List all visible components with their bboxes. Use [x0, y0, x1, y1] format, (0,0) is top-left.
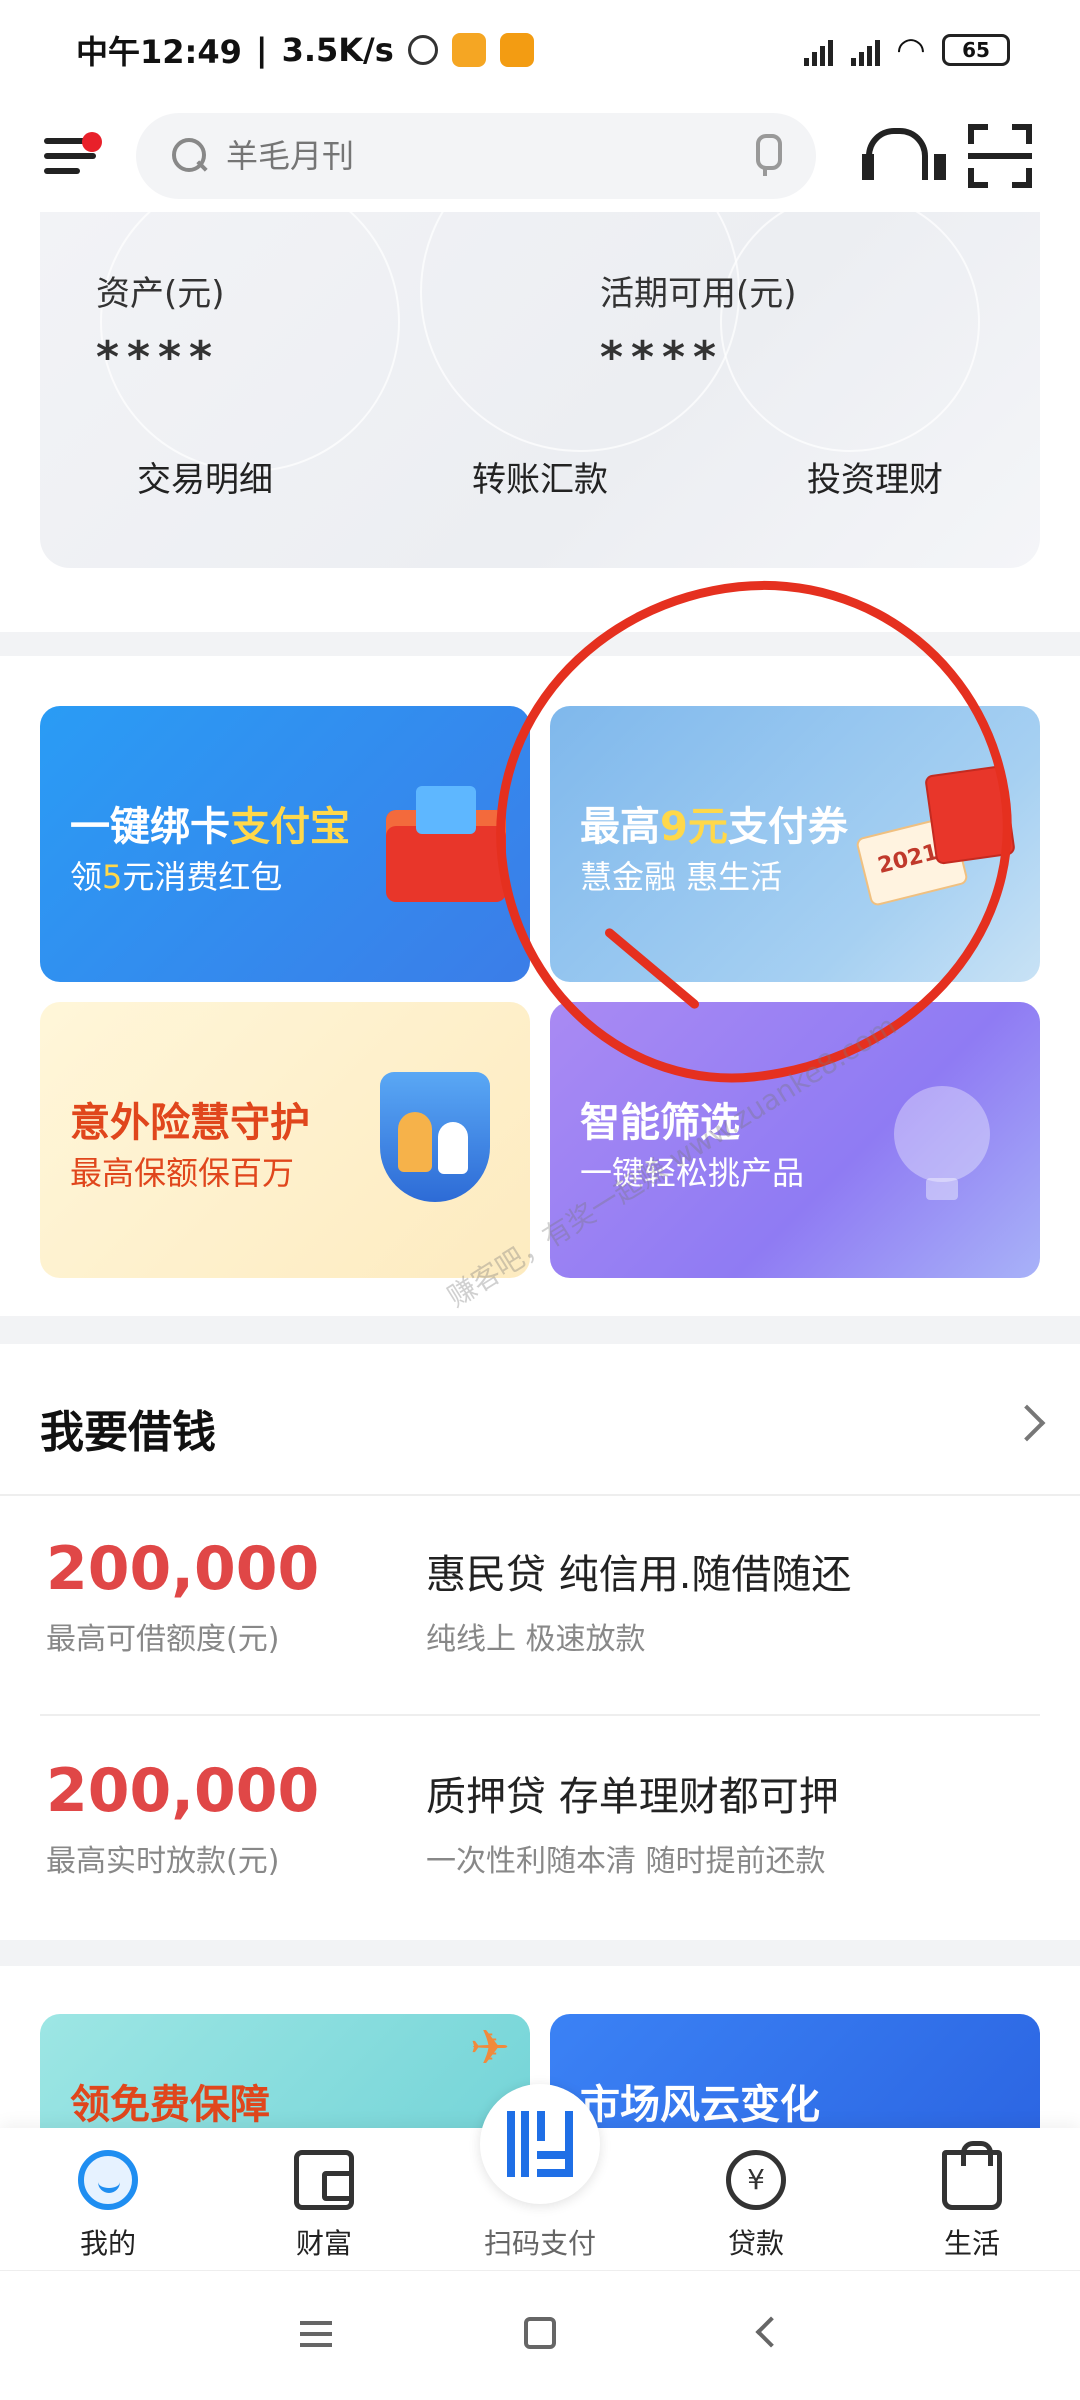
signal-2-icon [850, 34, 880, 66]
loan-section: 我要借钱 200,000 最高可借额度(元) 惠民贷 纯信用.随借随还 纯线上 … [0, 1344, 1080, 1940]
loan-amount: 200,000 [46, 1534, 320, 1604]
promo-market[interactable]: 市场风云变化 [550, 2014, 1040, 2128]
promo-grid: 一键绑卡支付宝 领5元消费红包 最高9元支付券 慧金融 惠生活 2021 意外险… [0, 656, 1080, 1316]
status-speed: 3.5K/s [281, 31, 394, 69]
asset-section: 资产(元) **** 活期可用(元) **** 交易明细 转账汇款 投资理财 [0, 212, 1080, 632]
notification-app-icon [451, 33, 486, 67]
wallet-icon [294, 2150, 354, 2210]
loan-amount: 200,000 [46, 1756, 320, 1826]
promo-free-insurance-title: 领免费保障 [70, 2082, 270, 2128]
top-header [0, 100, 1080, 212]
loan-amount-label: 最高可借额度(元) [46, 1622, 280, 1657]
loan-section-title: 我要借钱 [40, 1407, 216, 1458]
current-available-label: 活期可用(元) [600, 274, 797, 314]
wifi-icon: ◠ [897, 30, 924, 70]
signal-1-icon [803, 34, 833, 66]
loan-product-sub: 一次性利随本清 随时提前还款 [426, 1844, 826, 1879]
promo-bind-alipay-title: 一键绑卡支付宝 [70, 804, 350, 850]
search-icon [172, 138, 208, 174]
promo-insurance-title: 意外险慧守护 [70, 1100, 310, 1146]
back-icon[interactable] [755, 2316, 787, 2348]
transfer-button[interactable]: 转账汇款 [375, 452, 705, 501]
promo-bind-alipay-sub: 领5元消费红包 [70, 858, 283, 896]
lightbulb-icon [894, 1086, 990, 1200]
notification-dot [82, 132, 102, 152]
transaction-details-button[interactable]: 交易明细 [40, 452, 370, 501]
investment-button[interactable]: 投资理财 [710, 452, 1040, 501]
recent-apps-icon[interactable] [300, 2321, 332, 2347]
promo-coupon-sub: 慧金融 惠生活 [580, 858, 783, 896]
tab-wealth[interactable]: 财富 [216, 2128, 432, 2270]
promo-insurance-sub: 最高保额保百万 [70, 1154, 295, 1192]
loan-product-sub: 纯线上 极速放款 [426, 1622, 646, 1657]
promo-filter-sub: 一键轻松挑产品 [580, 1154, 805, 1192]
tab-label: 贷款 [727, 2227, 784, 2260]
tab-label: 生活 [943, 2227, 1000, 2260]
customer-service-icon[interactable] [860, 124, 946, 188]
loan-row[interactable]: 200,000 最高实时放款(元) 质押贷 存单理财都可押 一次性利随本清 随时… [0, 1718, 1080, 1938]
red-envelope-icon [386, 786, 506, 902]
search-input[interactable] [226, 137, 750, 175]
home-icon[interactable] [524, 2317, 556, 2349]
yen-hand-icon [726, 2150, 786, 2210]
divider [40, 1714, 1040, 1716]
promo-accident-insurance[interactable]: 意外险慧守护 最高保额保百万 [40, 1002, 530, 1278]
status-bar: 中午12:49 | 3.5K/s ◠ 65 [0, 0, 1080, 100]
promo-free-insurance[interactable]: 领免费保障 ✈ [40, 2014, 530, 2128]
alarm-icon [407, 35, 438, 65]
search-bar[interactable] [136, 113, 816, 199]
tab-label: 我的 [79, 2227, 136, 2260]
promo-filter-title: 智能筛选 [580, 1100, 740, 1146]
tab-label: 财富 [295, 2227, 352, 2260]
promo-smart-filter[interactable]: 智能筛选 一键轻松挑产品 [550, 1002, 1040, 1278]
promo-coupon-title: 最高9元支付券 [580, 804, 848, 850]
chevron-right-icon[interactable] [1008, 1404, 1046, 1442]
shield-icon [380, 1072, 490, 1202]
shopping-bag-icon [942, 2141, 1002, 2210]
scan-pay-button[interactable] [480, 2084, 600, 2204]
microphone-icon[interactable] [750, 134, 782, 178]
tab-me[interactable]: 我的 [0, 2128, 216, 2270]
loan-product-name: 质押贷 存单理财都可押 [426, 1774, 839, 1820]
airplane-icon: ✈ [469, 2020, 510, 2076]
status-right: ◠ 65 [803, 30, 1010, 70]
notification-app2-icon [499, 33, 534, 67]
menu-button[interactable] [40, 126, 102, 186]
bottom-tab-bar: 我的 财富 扫码支付 贷款 生活 [0, 2084, 1080, 2270]
status-time: 中午12:49 [76, 33, 242, 71]
tab-life[interactable]: 生活 [864, 2128, 1080, 2270]
qr-scan-icon [507, 2111, 573, 2177]
status-sep: | [255, 31, 268, 69]
red-packet-icon [924, 764, 1016, 866]
app-screen: 中午12:49 | 3.5K/s ◠ 65 羊毛月刊 资产(元) **** 活期… [0, 0, 1080, 2400]
battery-icon: 65 [942, 34, 1010, 66]
loan-product-name: 惠民贷 纯信用.随借随还 [426, 1552, 852, 1598]
system-navigation-bar [0, 2270, 1080, 2400]
tab-loan[interactable]: 贷款 [648, 2128, 864, 2270]
status-left: 中午12:49 | 3.5K/s [76, 27, 534, 73]
promo-alipay-coupon[interactable]: 最高9元支付券 慧金融 惠生活 2021 [550, 706, 1040, 982]
promo-bind-alipay[interactable]: 一键绑卡支付宝 领5元消费红包 [40, 706, 530, 982]
scan-icon[interactable] [968, 124, 1032, 188]
loan-amount-label: 最高实时放款(元) [46, 1844, 280, 1879]
loan-row[interactable]: 200,000 最高可借额度(元) 惠民贷 纯信用.随借随还 纯线上 极速放款 [0, 1496, 1080, 1716]
assets-label: 资产(元) [96, 274, 225, 314]
promo-market-title: 市场风云变化 [580, 2082, 820, 2128]
assets-value[interactable]: **** [96, 332, 220, 383]
tab-label-scan-pay[interactable]: 扫码支付 [432, 2222, 648, 2262]
asset-card: 资产(元) **** 活期可用(元) **** 交易明细 转账汇款 投资理财 [40, 212, 1040, 568]
current-available-value[interactable]: **** [600, 332, 724, 383]
smile-icon [78, 2150, 138, 2210]
